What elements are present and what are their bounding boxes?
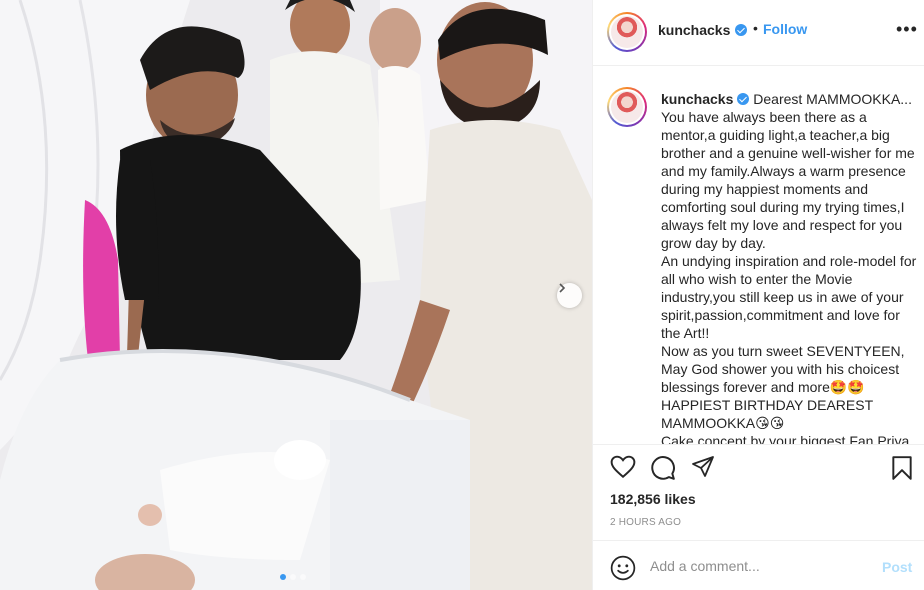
- carousel-dot[interactable]: [280, 574, 286, 580]
- caption-avatar[interactable]: [607, 87, 647, 127]
- author-avatar[interactable]: [607, 12, 647, 52]
- carousel-next-button[interactable]: [557, 283, 582, 308]
- post-timestamp[interactable]: 2 hours ago: [610, 517, 681, 528]
- carousel-dot[interactable]: [290, 574, 296, 580]
- post-photo[interactable]: [0, 0, 592, 590]
- verified-badge-icon: [735, 24, 747, 36]
- verified-badge-icon: [737, 93, 750, 105]
- carousel-dot[interactable]: [300, 574, 306, 580]
- heart-icon[interactable]: [610, 455, 636, 479]
- caption-text: Dearest MAMMOOKKA... You have always bee…: [661, 91, 917, 445]
- more-options-icon[interactable]: •••: [896, 20, 918, 38]
- carousel-dots: [280, 574, 306, 580]
- paper-plane-icon[interactable]: [691, 455, 715, 479]
- caption: kunchacks Dearest MAMMOOKKA... You have …: [661, 90, 919, 445]
- post-side-panel: kunchacks • Follow ••• kunchacks Dearest…: [592, 0, 924, 590]
- author-username[interactable]: kunchacks: [658, 22, 730, 38]
- caption-username[interactable]: kunchacks: [661, 91, 733, 107]
- likes-count[interactable]: 182,856 likes: [610, 491, 696, 507]
- comment-bar: Post: [593, 540, 924, 590]
- separator-dot: •: [753, 20, 758, 36]
- bookmark-icon[interactable]: [891, 455, 913, 481]
- photo-illustration: [0, 0, 592, 590]
- comment-icon[interactable]: [650, 455, 676, 481]
- action-bar: [593, 455, 924, 485]
- post-comment-button[interactable]: Post: [882, 559, 912, 575]
- comment-input[interactable]: [650, 555, 870, 577]
- follow-button[interactable]: Follow: [763, 21, 807, 37]
- chevron-right-icon: [559, 283, 566, 293]
- smiley-icon[interactable]: [610, 555, 636, 581]
- post-header: kunchacks • Follow •••: [593, 0, 924, 66]
- caption-section[interactable]: kunchacks Dearest MAMMOOKKA... You have …: [593, 67, 924, 445]
